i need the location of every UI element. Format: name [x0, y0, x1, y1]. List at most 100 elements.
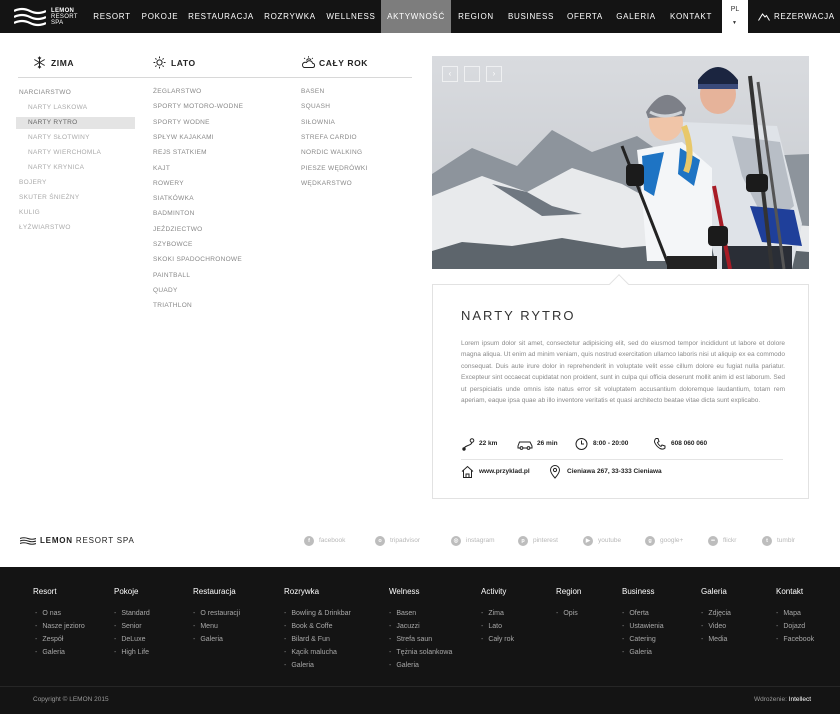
phone-info[interactable]: 608 060 060	[653, 437, 707, 451]
menu-item-szybowce[interactable]: SZYBOWCE	[153, 239, 193, 251]
social-tumblr[interactable]: t tumblr	[762, 536, 795, 546]
menu-item-narty-wierchomla[interactable]: NARTY WIERCHOMLA	[28, 147, 101, 159]
footer-col-galeria-title[interactable]: Galeria	[701, 587, 727, 596]
footer-link[interactable]: - Dojazd	[776, 623, 805, 630]
category-zima[interactable]: ZIMA	[33, 56, 74, 70]
nav-wellness[interactable]: WELLNESS	[324, 0, 378, 33]
footer-link[interactable]: - Facebook	[776, 636, 814, 643]
footer-link[interactable]: - Strefa saun	[389, 636, 432, 643]
footer-link[interactable]: - Zespół	[35, 636, 63, 643]
menu-item-splyw-kajakami[interactable]: SPŁYW KAJAKAMI	[153, 132, 214, 144]
menu-item-kulig[interactable]: KULIG	[19, 207, 40, 219]
nav-aktywnosc[interactable]: AKTYWNOŚĆ	[381, 0, 451, 33]
menu-item-sporty-motoro-wodne[interactable]: SPORTY MOTORO-WODNE	[153, 101, 243, 113]
menu-item-sporty-wodne[interactable]: SPORTY WODNE	[153, 117, 210, 129]
footer-link[interactable]: - Menu	[193, 623, 218, 630]
footer-link[interactable]: - Galeria	[622, 649, 652, 656]
footer-link[interactable]: - Tężnia solankowa	[389, 649, 452, 656]
footer-col-rozrywka-title[interactable]: Rozrywka	[284, 587, 319, 596]
photo-dot-button[interactable]	[464, 66, 480, 82]
menu-item-quady[interactable]: QUADY	[153, 285, 178, 297]
menu-item-rowery[interactable]: ROWERY	[153, 178, 184, 190]
footer-link[interactable]: - Senior	[114, 623, 142, 630]
category-caly-rok[interactable]: CAŁY ROK	[301, 56, 368, 70]
nav-business[interactable]: BUSINESS	[503, 0, 559, 33]
website-link[interactable]: www.przyklad.pl	[461, 465, 530, 479]
social-pinterest[interactable]: p pinterest	[518, 536, 558, 546]
social-flickr[interactable]: •• flickr	[708, 536, 736, 546]
menu-item-zeglarstwo[interactable]: ŻEGLARSTWO	[153, 86, 202, 98]
reservation-button[interactable]: REZERWACJA	[758, 0, 835, 33]
menu-item-bojery[interactable]: BOJERY	[19, 177, 47, 189]
footer-link[interactable]: -O nas	[35, 610, 61, 617]
footer-link[interactable]: - Jacuzzi	[389, 623, 420, 630]
menu-item-jezdziectwo[interactable]: JEŹDZIECTWO	[153, 224, 203, 236]
footer-link[interactable]: - Kącik malucha	[284, 649, 337, 656]
menu-item-narty-laskowa[interactable]: NARTY LASKOWA	[28, 102, 87, 114]
social-instagram[interactable]: ◎ instagram	[451, 536, 495, 546]
footer-link[interactable]: - Cały rok	[481, 636, 514, 643]
footer-link[interactable]: - Galeria	[284, 662, 314, 669]
footer-link[interactable]: - Opis	[556, 610, 578, 617]
address-info[interactable]: Cieniawa 267, 33-333 Cieniawa	[549, 465, 662, 479]
footer-link[interactable]: - Zima	[481, 610, 504, 617]
footer-link[interactable]: - Bowling & Drinkbar	[284, 610, 351, 617]
menu-item-paintball[interactable]: PAINTBALL	[153, 270, 190, 282]
menu-item-basen[interactable]: BASEN	[301, 86, 325, 98]
footer-link[interactable]: - High Life	[114, 649, 149, 656]
menu-item-narty-krynica[interactable]: NARTY KRYNICA	[28, 162, 84, 174]
menu-item-triathlon[interactable]: TRIATHLON	[153, 300, 192, 312]
logo[interactable]: LEMON RESORT SPA	[14, 7, 77, 27]
footer-col-kontakt-title[interactable]: Kontakt	[776, 587, 803, 596]
menu-item-siatkowka[interactable]: SIATKÓWKA	[153, 193, 194, 205]
footer-link[interactable]: - Galeria	[389, 662, 419, 669]
menu-item-piesze-wedrowki[interactable]: PIESZE WĘDRÓWKI	[301, 163, 368, 175]
category-lato[interactable]: LATO	[153, 56, 196, 70]
footer-col-welness-title[interactable]: Welness	[389, 587, 420, 596]
footer-link[interactable]: - Standard	[114, 610, 150, 617]
footer-col-business-title[interactable]: Business	[622, 587, 654, 596]
credit-link[interactable]: Intellect	[789, 696, 811, 703]
footer-col-region-title[interactable]: Region	[556, 587, 581, 596]
menu-item-kajt[interactable]: KAJT	[153, 163, 170, 175]
nav-region[interactable]: REGION	[453, 0, 499, 33]
menu-item-narty-rytro[interactable]: NARTY RYTRO	[16, 117, 135, 129]
footer-link[interactable]: - Galeria	[193, 636, 223, 643]
footer-link[interactable]: - Mapa	[776, 610, 801, 617]
footer-col-resort-title[interactable]: Resort	[33, 587, 57, 596]
footer-link[interactable]: - Lato	[481, 623, 502, 630]
footer-link[interactable]: - Catering	[622, 636, 656, 643]
footer-col-pokoje-title[interactable]: Pokoje	[114, 587, 138, 596]
footer-link[interactable]: - Nasze jezioro	[35, 623, 85, 630]
footer-link[interactable]: - Ustawienia	[622, 623, 664, 630]
social-facebook[interactable]: f facebook	[304, 536, 345, 546]
menu-item-skuter-sniezny[interactable]: SKUTER ŚNIEŻNY	[19, 192, 80, 204]
social-youtube[interactable]: ▶ youtube	[583, 536, 621, 546]
menu-item-wedkarstwo[interactable]: WĘDKARSTWO	[301, 178, 352, 190]
nav-oferta[interactable]: OFERTA	[563, 0, 607, 33]
footer-link[interactable]: - Bilard & Fun	[284, 636, 330, 643]
social-tripadvisor[interactable]: o tripadvisor	[375, 536, 420, 546]
social-google-plus[interactable]: g google+	[645, 536, 683, 546]
menu-item-skoki-spadochronowe[interactable]: SKOKI SPADOCHRONOWE	[153, 254, 242, 266]
nav-kontakt[interactable]: KONTAKT	[665, 0, 717, 33]
menu-item-nordic-walking[interactable]: NORDIC WALKING	[301, 147, 362, 159]
language-selector[interactable]: PL ▼	[722, 0, 748, 33]
footer-link[interactable]: -O restauracji	[193, 610, 240, 617]
footer-link[interactable]: - Galeria	[35, 649, 65, 656]
photo-next-button[interactable]: ›	[486, 66, 502, 82]
photo-prev-button[interactable]: ‹	[442, 66, 458, 82]
footer-link[interactable]: - Media	[701, 636, 727, 643]
menu-item-squash[interactable]: SQUASH	[301, 101, 330, 113]
menu-item-narciarstwo[interactable]: NARCIARSTWO	[19, 87, 71, 99]
nav-resort[interactable]: RESORT	[90, 0, 134, 33]
nav-pokoje[interactable]: POKOJE	[138, 0, 182, 33]
menu-item-lyzwiarstwo[interactable]: ŁYŻWIARSTWO	[19, 222, 71, 234]
menu-item-narty-slotwiny[interactable]: NARTY SŁOTWINY	[28, 132, 90, 144]
footer-link[interactable]: - Basen	[389, 610, 416, 617]
footer-link[interactable]: - Zdjęcia	[701, 610, 731, 617]
footer-brand[interactable]: LEMON RESORT SPA	[20, 536, 135, 546]
footer-col-restauracja-title[interactable]: Restauracja	[193, 587, 236, 596]
footer-link[interactable]: - Video	[701, 623, 726, 630]
menu-item-silownia[interactable]: SIŁOWNIA	[301, 117, 335, 129]
